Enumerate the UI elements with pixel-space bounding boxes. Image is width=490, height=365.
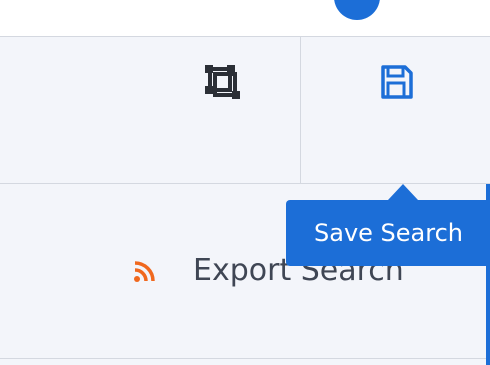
crop-icon — [205, 65, 240, 99]
floppy-disk-icon — [381, 65, 413, 99]
toolbar-divider — [300, 37, 301, 183]
menu-divider — [0, 358, 490, 359]
top-strip — [0, 0, 490, 36]
crop-button[interactable] — [198, 58, 246, 106]
rss-icon — [134, 261, 155, 282]
save-search-button[interactable] — [372, 58, 420, 106]
tooltip-text: Save Search — [286, 200, 490, 266]
tooltip-arrow — [388, 184, 418, 200]
avatar[interactable] — [334, 0, 380, 20]
save-search-tooltip: Save Search — [286, 184, 490, 266]
